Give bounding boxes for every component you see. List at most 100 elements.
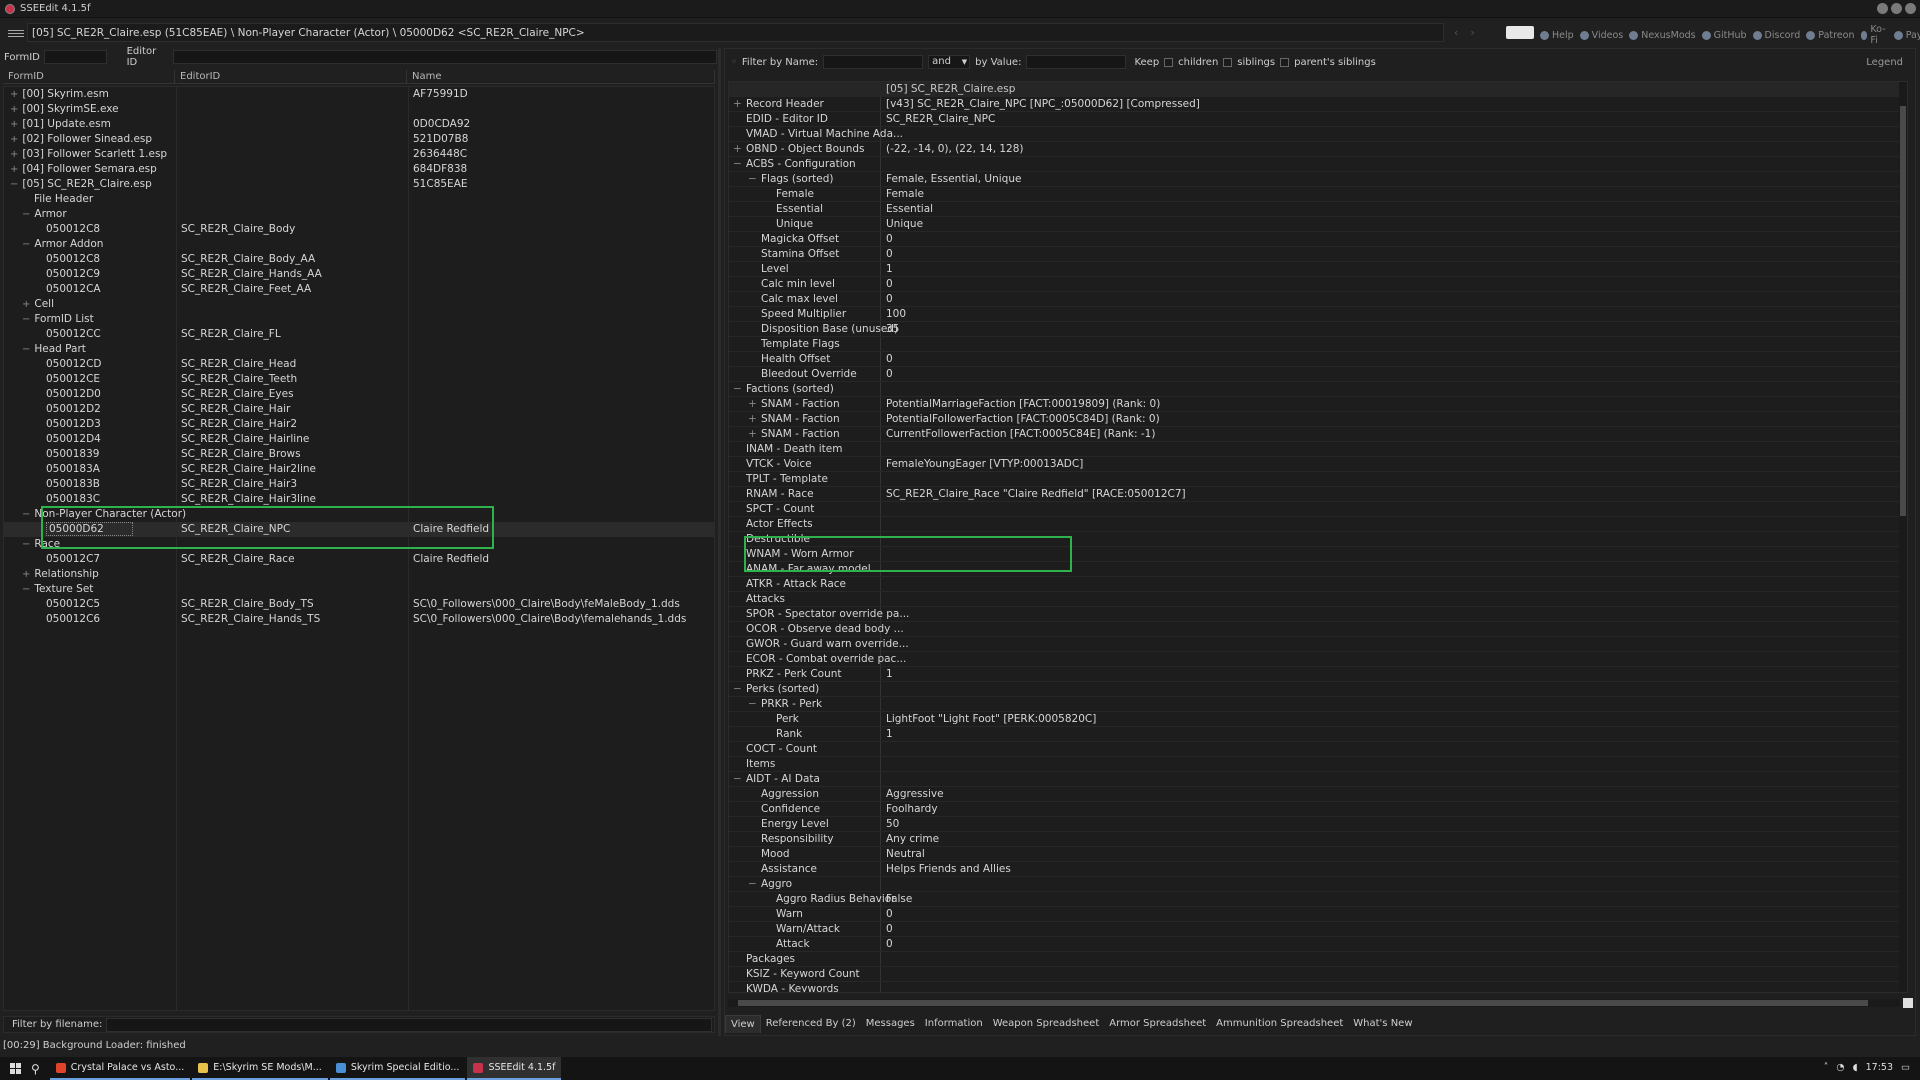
field-row[interactable]: Unique Unique bbox=[729, 217, 1907, 232]
record-row[interactable]: 050012D0 SC_RE2R_Claire_Eyes bbox=[4, 387, 714, 402]
field-row[interactable]: COCT - Count bbox=[729, 742, 1907, 757]
record-row[interactable]: 050012C6 SC_RE2R_Claire_Hands_TS SC\0_Foll… bbox=[4, 612, 714, 627]
field-row[interactable]: GWOR - Guard warn override... bbox=[729, 637, 1907, 652]
group-row[interactable]: − Armor bbox=[4, 207, 714, 222]
group-row[interactable]: − Texture Set bbox=[4, 582, 714, 597]
expand-icon[interactable]: + bbox=[10, 149, 18, 160]
field-row[interactable]: VMAD - Virtual Machine Ada... bbox=[729, 127, 1907, 142]
field-row[interactable]: RNAM - Race SC_RE2R_Claire_Race "Claire R… bbox=[729, 487, 1907, 502]
expand-icon[interactable]: − bbox=[748, 172, 757, 187]
nav-arrows[interactable]: ‹› bbox=[1454, 26, 1487, 39]
expand-icon[interactable]: − bbox=[22, 539, 30, 550]
field-row[interactable]: + SNAM - Faction PotentialFollowerFaction … bbox=[729, 412, 1907, 427]
expand-icon[interactable]: − bbox=[733, 382, 742, 397]
expand-icon[interactable]: − bbox=[733, 682, 742, 697]
expand-icon[interactable]: + bbox=[733, 142, 742, 157]
toplink-videos[interactable]: Videos bbox=[1579, 30, 1623, 41]
field-row[interactable]: Rank 1 bbox=[729, 727, 1907, 742]
parents-siblings-checkbox[interactable] bbox=[1280, 57, 1290, 67]
tab-weapon-spreadsheet[interactable]: Weapon Spreadsheet bbox=[988, 1015, 1105, 1033]
field-row[interactable]: Aggression Aggressive bbox=[729, 787, 1907, 802]
field-row[interactable]: KSIZ - Keyword Count bbox=[729, 967, 1907, 982]
plugin-column-header[interactable]: [05] SC_RE2R_Claire.esp bbox=[886, 82, 1015, 97]
horizontal-scrollbar[interactable] bbox=[728, 999, 1900, 1007]
tab-armor-spreadsheet[interactable]: Armor Spreadsheet bbox=[1104, 1015, 1211, 1033]
record-row[interactable]: 050012D2 SC_RE2R_Claire_Hair bbox=[4, 402, 714, 417]
taskbar-item[interactable]: Crystal Palace vs Asto... bbox=[49, 1057, 191, 1080]
tab-what-s-new[interactable]: What's New bbox=[1348, 1015, 1417, 1033]
group-row[interactable]: − Head Part bbox=[4, 342, 714, 357]
group-row[interactable]: − Armor Addon bbox=[4, 237, 714, 252]
field-row[interactable]: + Record Header [v43] SC_RE2R_Claire_NPC [… bbox=[729, 97, 1907, 112]
field-row[interactable]: Stamina Offset 0 bbox=[729, 247, 1907, 262]
expand-icon[interactable]: − bbox=[733, 157, 742, 172]
field-row[interactable]: ECOR - Combat override pac... bbox=[729, 652, 1907, 667]
field-row[interactable]: Essential Essential bbox=[729, 202, 1907, 217]
field-row[interactable]: Health Offset 0 bbox=[729, 352, 1907, 367]
menu-icon[interactable] bbox=[8, 29, 24, 37]
field-row[interactable]: PRKZ - Perk Count 1 bbox=[729, 667, 1907, 682]
vertical-scrollbar[interactable] bbox=[1899, 82, 1907, 992]
column-header-editorid[interactable]: EditorID bbox=[175, 70, 407, 84]
field-row[interactable]: Attacks bbox=[729, 592, 1907, 607]
field-row[interactable]: − Perks (sorted) bbox=[729, 682, 1907, 697]
record-row[interactable]: 050012D3 SC_RE2R_Claire_Hair2 bbox=[4, 417, 714, 432]
field-row[interactable]: + SNAM - Faction CurrentFollowerFaction [F… bbox=[729, 427, 1907, 442]
expand-icon[interactable]: + bbox=[22, 299, 30, 310]
field-row[interactable]: Actor Effects bbox=[729, 517, 1907, 532]
clock[interactable]: 17:53 bbox=[1866, 1062, 1893, 1073]
toplink-nexusmods[interactable]: NexusMods bbox=[1629, 30, 1696, 41]
filter-name-input[interactable] bbox=[823, 55, 924, 69]
column-header-formid[interactable]: FormID bbox=[3, 70, 175, 84]
field-row[interactable]: INAM - Death item bbox=[729, 442, 1907, 457]
taskbar-item[interactable]: E:\Skyrim SE Mods\M... bbox=[192, 1057, 328, 1080]
record-row[interactable]: 050012C8 SC_RE2R_Claire_Body_AA bbox=[4, 252, 714, 267]
tab-information[interactable]: Information bbox=[920, 1015, 988, 1033]
record-row[interactable]: 050012D4 SC_RE2R_Claire_Hairline bbox=[4, 432, 714, 447]
notification-icon[interactable]: ▭ bbox=[1901, 1062, 1910, 1073]
expand-icon[interactable]: − bbox=[748, 877, 757, 892]
expand-icon[interactable]: − bbox=[22, 209, 30, 220]
tab-view[interactable]: View bbox=[725, 1015, 761, 1033]
field-row[interactable]: Aggro Radius Behavior False bbox=[729, 892, 1907, 907]
toplink-ko-fi[interactable]: Ko-Fi bbox=[1860, 24, 1888, 46]
tab-ammunition-spreadsheet[interactable]: Ammunition Spreadsheet bbox=[1211, 1015, 1348, 1033]
plugin-row[interactable]: + [03] Follower Scarlett 1.esp 2636448C bbox=[4, 147, 714, 162]
toplink-github[interactable]: GitHub bbox=[1701, 30, 1747, 41]
field-row[interactable]: Assistance Helps Friends and Allies bbox=[729, 862, 1907, 877]
editorid-input[interactable] bbox=[173, 50, 717, 64]
field-row[interactable]: Responsibility Any crime bbox=[729, 832, 1907, 847]
expand-icon[interactable]: − bbox=[22, 344, 30, 355]
field-row[interactable]: Bleedout Override 0 bbox=[729, 367, 1907, 382]
maximize-button[interactable] bbox=[1891, 3, 1902, 14]
panel-splitter[interactable] bbox=[718, 48, 721, 1036]
expand-icon[interactable]: − bbox=[22, 584, 30, 595]
record-row[interactable]: 050012CE SC_RE2R_Claire_Teeth bbox=[4, 372, 714, 387]
field-row[interactable]: Speed Multiplier 100 bbox=[729, 307, 1907, 322]
expand-icon[interactable]: + bbox=[748, 427, 757, 442]
expand-icon[interactable]: + bbox=[22, 569, 30, 580]
field-row[interactable]: Warn/Attack 0 bbox=[729, 922, 1907, 937]
record-row[interactable]: 050012CA SC_RE2R_Claire_Feet_AA bbox=[4, 282, 714, 297]
expand-icon[interactable]: − bbox=[22, 314, 30, 325]
field-row[interactable]: + SNAM - Faction PotentialMarriageFaction … bbox=[729, 397, 1907, 412]
formid-input[interactable] bbox=[43, 50, 107, 64]
field-row[interactable]: Magicka Offset 0 bbox=[729, 232, 1907, 247]
group-row[interactable]: File Header bbox=[4, 192, 714, 207]
siblings-checkbox[interactable] bbox=[1223, 57, 1233, 67]
plugin-row[interactable]: + [04] Follower Semara.esp 684DF838 bbox=[4, 162, 714, 177]
field-row[interactable]: Calc min level 0 bbox=[729, 277, 1907, 292]
and-select[interactable]: and ▼ bbox=[928, 55, 971, 69]
field-row[interactable]: Confidence Foolhardy bbox=[729, 802, 1907, 817]
taskbar-item[interactable]: Skyrim Special Editio... bbox=[329, 1057, 466, 1080]
plugin-row[interactable]: + [00] Skyrim.esm AF75991D bbox=[4, 87, 714, 102]
filename-filter-input[interactable] bbox=[106, 1017, 712, 1032]
legend-button[interactable]: Legend bbox=[1866, 57, 1903, 68]
tab-referenced-by-2-[interactable]: Referenced By (2) bbox=[761, 1015, 861, 1033]
expand-icon[interactable]: + bbox=[748, 412, 757, 427]
search-icon[interactable]: ⚲ bbox=[31, 1062, 40, 1076]
toplink-patreon[interactable]: Patreon bbox=[1806, 30, 1855, 41]
expand-icon[interactable]: − bbox=[22, 239, 30, 250]
expand-icon[interactable]: + bbox=[10, 119, 18, 130]
field-row[interactable]: − PRKR - Perk bbox=[729, 697, 1907, 712]
